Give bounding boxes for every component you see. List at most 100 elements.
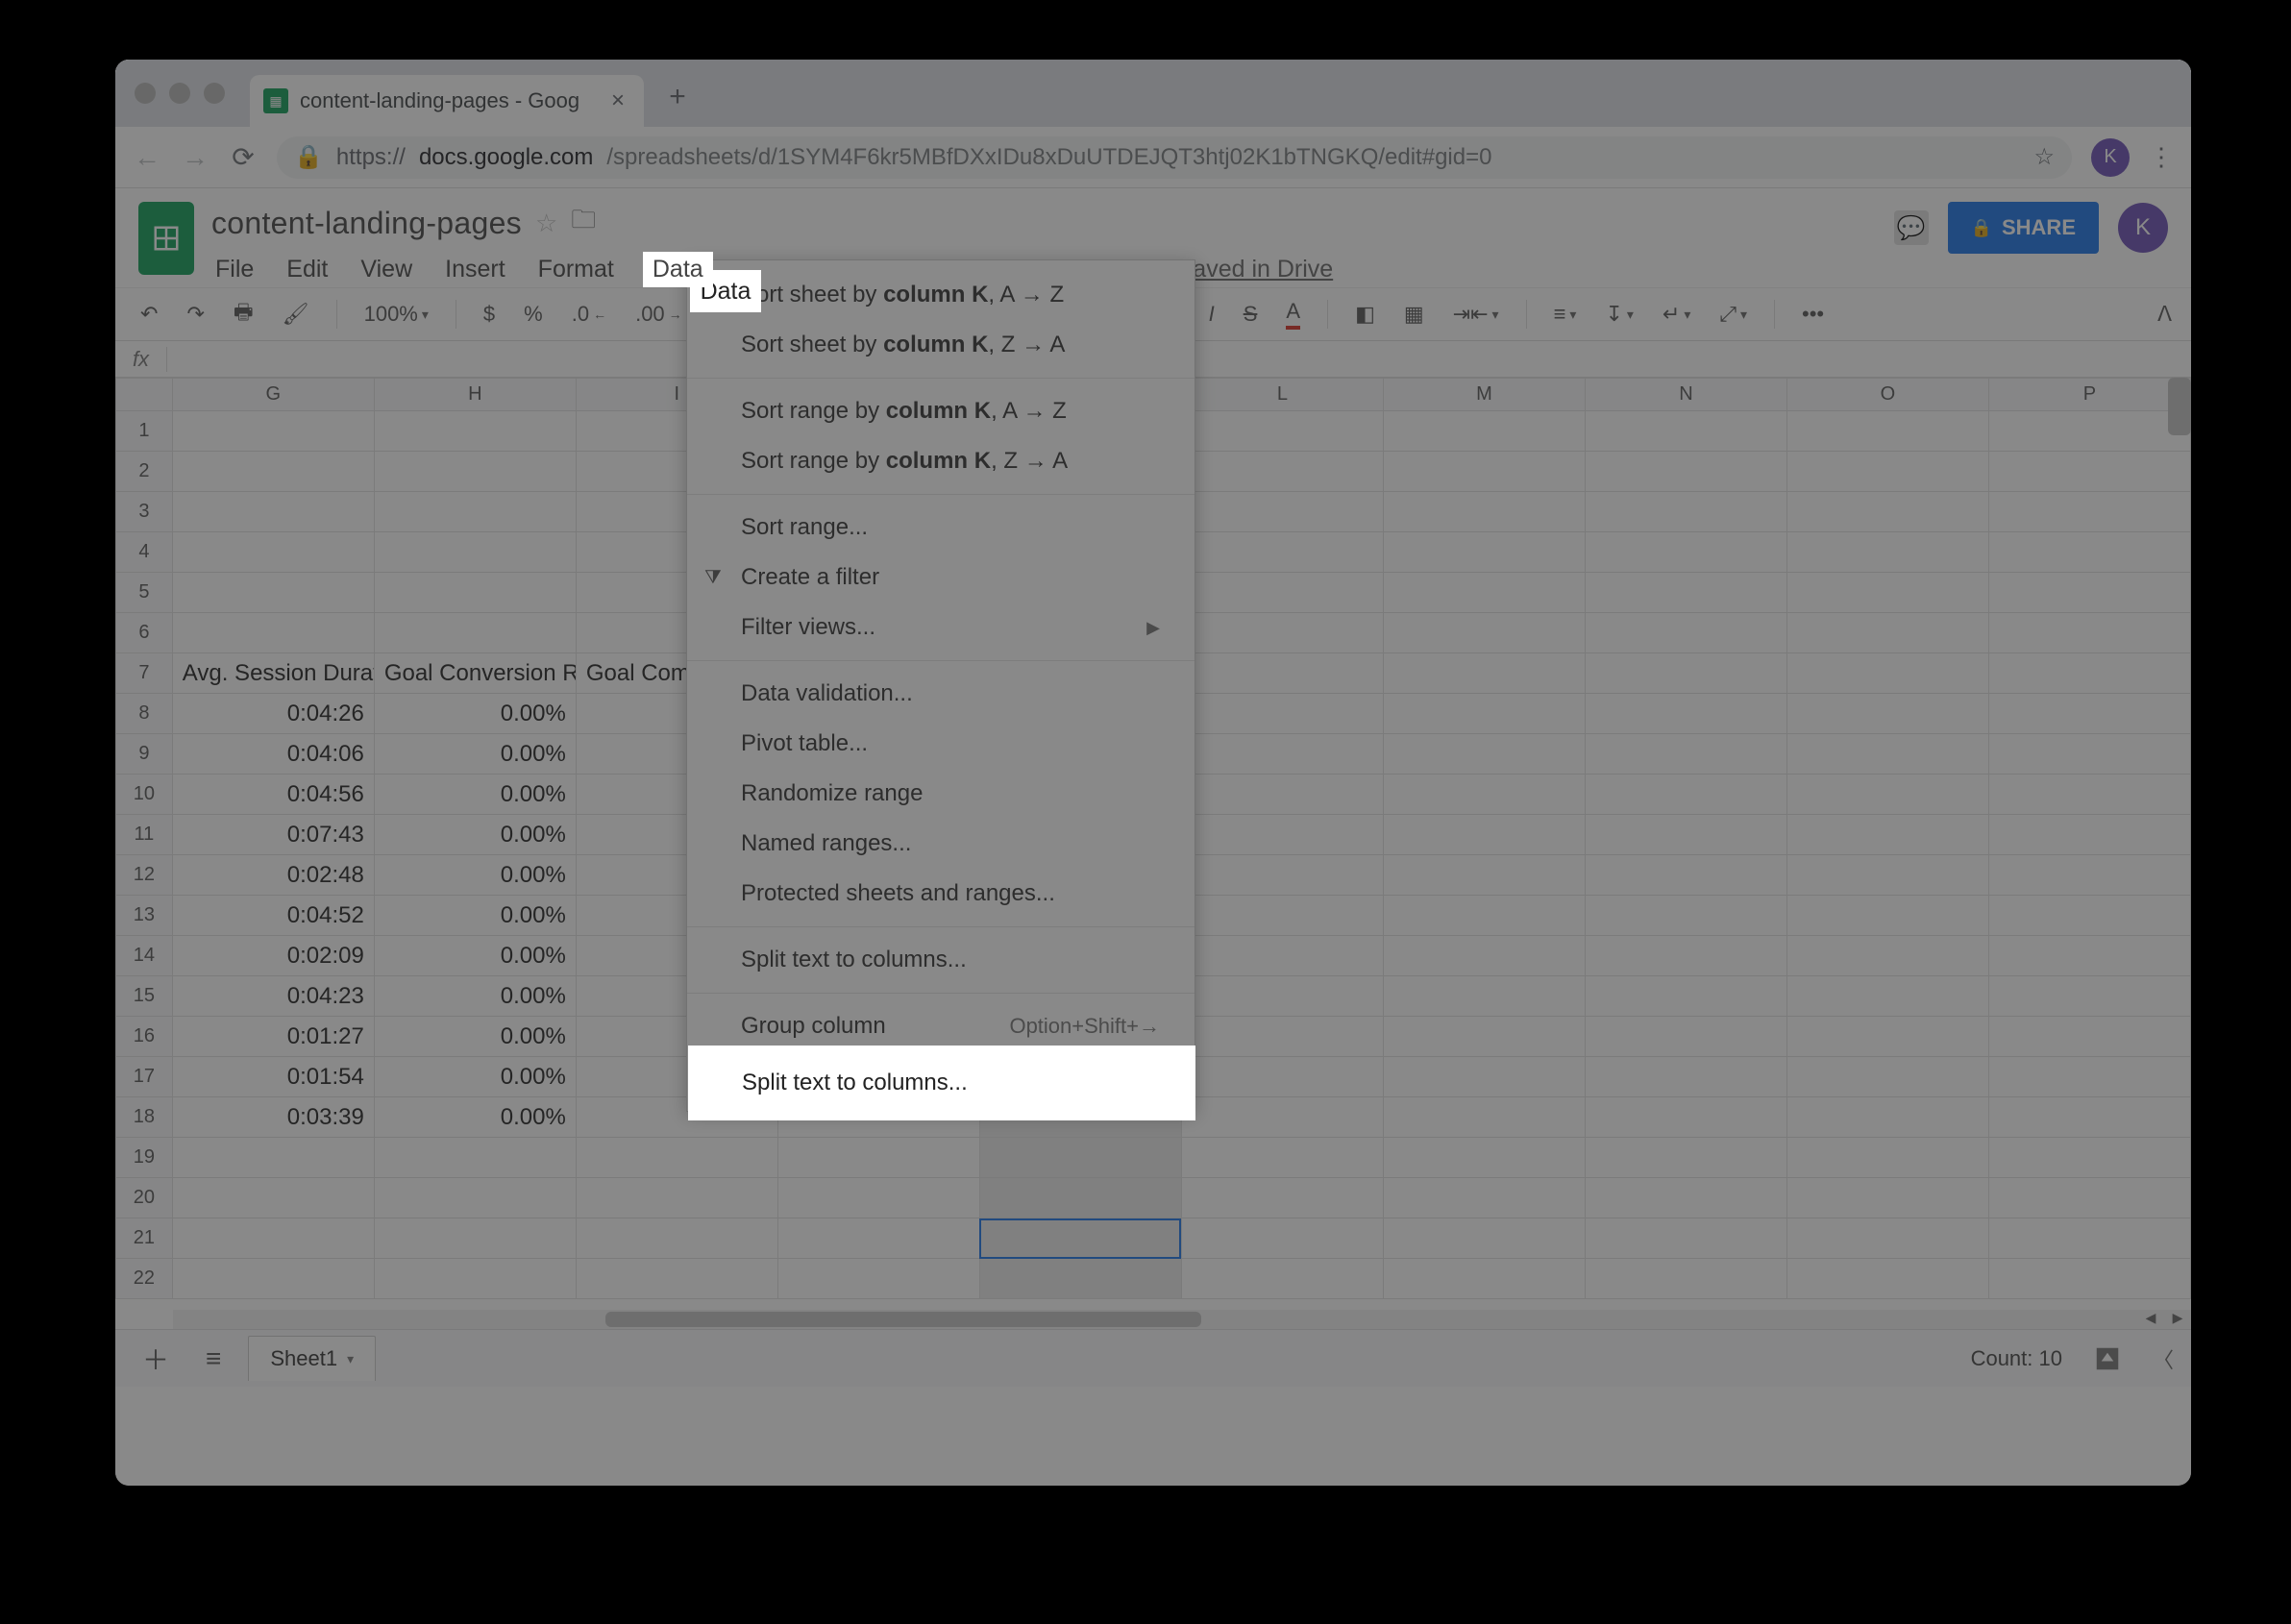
cell[interactable] xyxy=(1786,613,1988,653)
cell[interactable] xyxy=(1383,1138,1585,1178)
cell[interactable] xyxy=(777,1138,979,1178)
cell[interactable] xyxy=(1383,1218,1585,1259)
cell[interactable] xyxy=(1988,1218,2190,1259)
cell[interactable] xyxy=(777,1259,979,1299)
cell[interactable] xyxy=(172,532,374,573)
cell[interactable] xyxy=(777,1178,979,1218)
text-color-button[interactable]: A xyxy=(1280,295,1306,333)
cell[interactable]: 0.00% xyxy=(374,1057,576,1097)
menu-option[interactable]: Named ranges... xyxy=(687,819,1195,869)
cell[interactable]: 0:01:27 xyxy=(172,1017,374,1057)
cell[interactable] xyxy=(979,1218,1181,1259)
cell[interactable] xyxy=(1585,532,1786,573)
cell[interactable]: 0.00% xyxy=(374,855,576,896)
explore-button[interactable] xyxy=(2091,1342,2124,1375)
cell[interactable] xyxy=(1383,1057,1585,1097)
cell[interactable] xyxy=(1786,1178,1988,1218)
vertical-scrollbar-thumb[interactable] xyxy=(2168,378,2191,435)
cell[interactable] xyxy=(777,1218,979,1259)
more-tools-button[interactable]: ••• xyxy=(1796,298,1830,331)
cell[interactable] xyxy=(1786,855,1988,896)
back-button[interactable]: ← xyxy=(133,142,161,173)
cell[interactable] xyxy=(1988,532,2190,573)
menu-option[interactable]: Sort sheet by column K, A → Z xyxy=(687,270,1195,320)
scroll-right-icon[interactable]: ▶ xyxy=(2164,1310,2191,1329)
cell[interactable] xyxy=(1786,734,1988,775)
merge-button[interactable]: ⇥⇤ ▾ xyxy=(1447,298,1505,331)
menu-item-edit[interactable]: Edit xyxy=(283,252,332,287)
cell[interactable] xyxy=(172,1138,374,1178)
fill-color-button[interactable]: ◧ xyxy=(1349,298,1381,331)
cell[interactable] xyxy=(979,1178,1181,1218)
cell[interactable]: Avg. Session Duration xyxy=(172,653,374,694)
cell[interactable] xyxy=(1383,896,1585,936)
cell[interactable] xyxy=(1585,653,1786,694)
cell[interactable] xyxy=(374,1178,576,1218)
menu-split-text-highlight[interactable]: Split text to columns... xyxy=(688,1046,1195,1120)
cell[interactable] xyxy=(1383,492,1585,532)
cell[interactable] xyxy=(576,1259,777,1299)
share-button[interactable]: 🔒 SHARE xyxy=(1948,202,2099,254)
text-rotation-button[interactable]: ⤢ ▾ xyxy=(1713,298,1753,331)
menu-item-format[interactable]: Format xyxy=(534,252,618,287)
decrease-decimal-button[interactable]: .0← xyxy=(566,298,612,331)
cell[interactable] xyxy=(1988,976,2190,1017)
menu-item-view[interactable]: View xyxy=(357,252,416,287)
cell[interactable] xyxy=(1585,573,1786,613)
cell[interactable] xyxy=(1383,573,1585,613)
cell[interactable] xyxy=(1786,694,1988,734)
cell[interactable] xyxy=(1181,734,1383,775)
cell[interactable] xyxy=(1988,855,2190,896)
cell[interactable] xyxy=(1383,613,1585,653)
document-title[interactable]: content-landing-pages xyxy=(211,206,522,241)
cell[interactable] xyxy=(374,573,576,613)
cell[interactable] xyxy=(1786,1057,1988,1097)
cell[interactable] xyxy=(1786,1138,1988,1178)
tab-close-icon[interactable]: × xyxy=(605,87,630,114)
cell[interactable] xyxy=(1786,411,1988,452)
cell[interactable] xyxy=(374,532,576,573)
cell[interactable] xyxy=(1786,896,1988,936)
cell[interactable] xyxy=(1383,532,1585,573)
cell[interactable] xyxy=(1383,1178,1585,1218)
menu-option[interactable]: Filter views...▶ xyxy=(687,603,1195,652)
cell[interactable] xyxy=(172,1218,374,1259)
cell[interactable] xyxy=(1585,815,1786,855)
format-percent-button[interactable]: % xyxy=(518,298,549,331)
cell[interactable]: 0.00% xyxy=(374,734,576,775)
cell[interactable] xyxy=(1585,734,1786,775)
cell[interactable] xyxy=(1988,1178,2190,1218)
cell[interactable] xyxy=(172,452,374,492)
menu-item-insert[interactable]: Insert xyxy=(441,252,509,287)
cell[interactable] xyxy=(1181,855,1383,896)
cell[interactable]: 0.00% xyxy=(374,1017,576,1057)
cell[interactable]: 0.00% xyxy=(374,896,576,936)
sheets-logo-icon[interactable] xyxy=(138,202,194,275)
cell[interactable] xyxy=(979,1259,1181,1299)
new-tab-button[interactable]: + xyxy=(653,81,702,127)
cell[interactable] xyxy=(1585,1057,1786,1097)
cell[interactable] xyxy=(1988,896,2190,936)
increase-decimal-button[interactable]: .00→ xyxy=(629,298,688,331)
cell[interactable] xyxy=(1181,452,1383,492)
cell[interactable] xyxy=(1786,936,1988,976)
cell[interactable]: 0:04:56 xyxy=(172,775,374,815)
bookmark-star-icon[interactable]: ☆ xyxy=(2033,143,2055,171)
cell[interactable] xyxy=(1988,492,2190,532)
cell[interactable] xyxy=(1786,775,1988,815)
account-avatar[interactable]: K xyxy=(2118,203,2168,253)
cell[interactable] xyxy=(1181,775,1383,815)
cell[interactable] xyxy=(1181,815,1383,855)
cell[interactable] xyxy=(1585,1218,1786,1259)
cell[interactable] xyxy=(1988,775,2190,815)
cell[interactable] xyxy=(1585,775,1786,815)
cell[interactable]: 0.00% xyxy=(374,775,576,815)
cell[interactable] xyxy=(1585,1017,1786,1057)
cell[interactable] xyxy=(374,1218,576,1259)
cell[interactable] xyxy=(1786,1097,1988,1138)
cell[interactable] xyxy=(1988,613,2190,653)
cell[interactable] xyxy=(1585,492,1786,532)
v-align-button[interactable]: ↧ ▾ xyxy=(1599,298,1638,331)
cell[interactable] xyxy=(1181,936,1383,976)
cell[interactable] xyxy=(172,1259,374,1299)
